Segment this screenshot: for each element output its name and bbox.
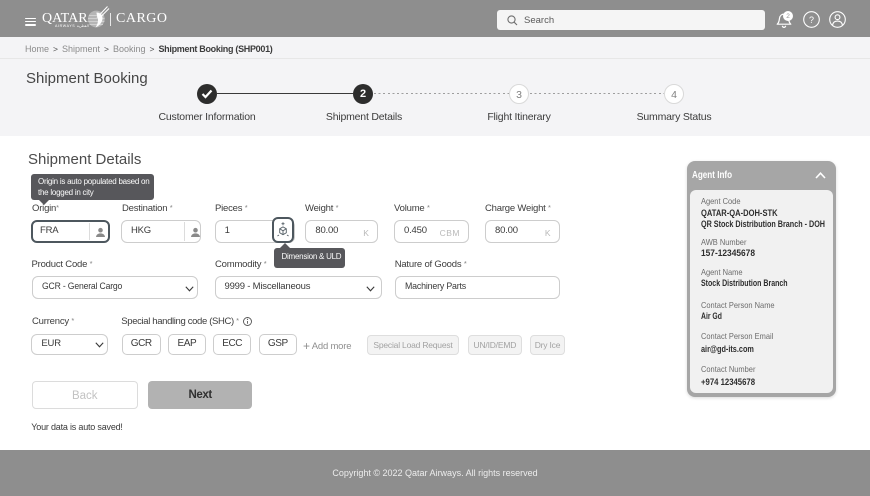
svg-text:?: ? (809, 15, 814, 25)
